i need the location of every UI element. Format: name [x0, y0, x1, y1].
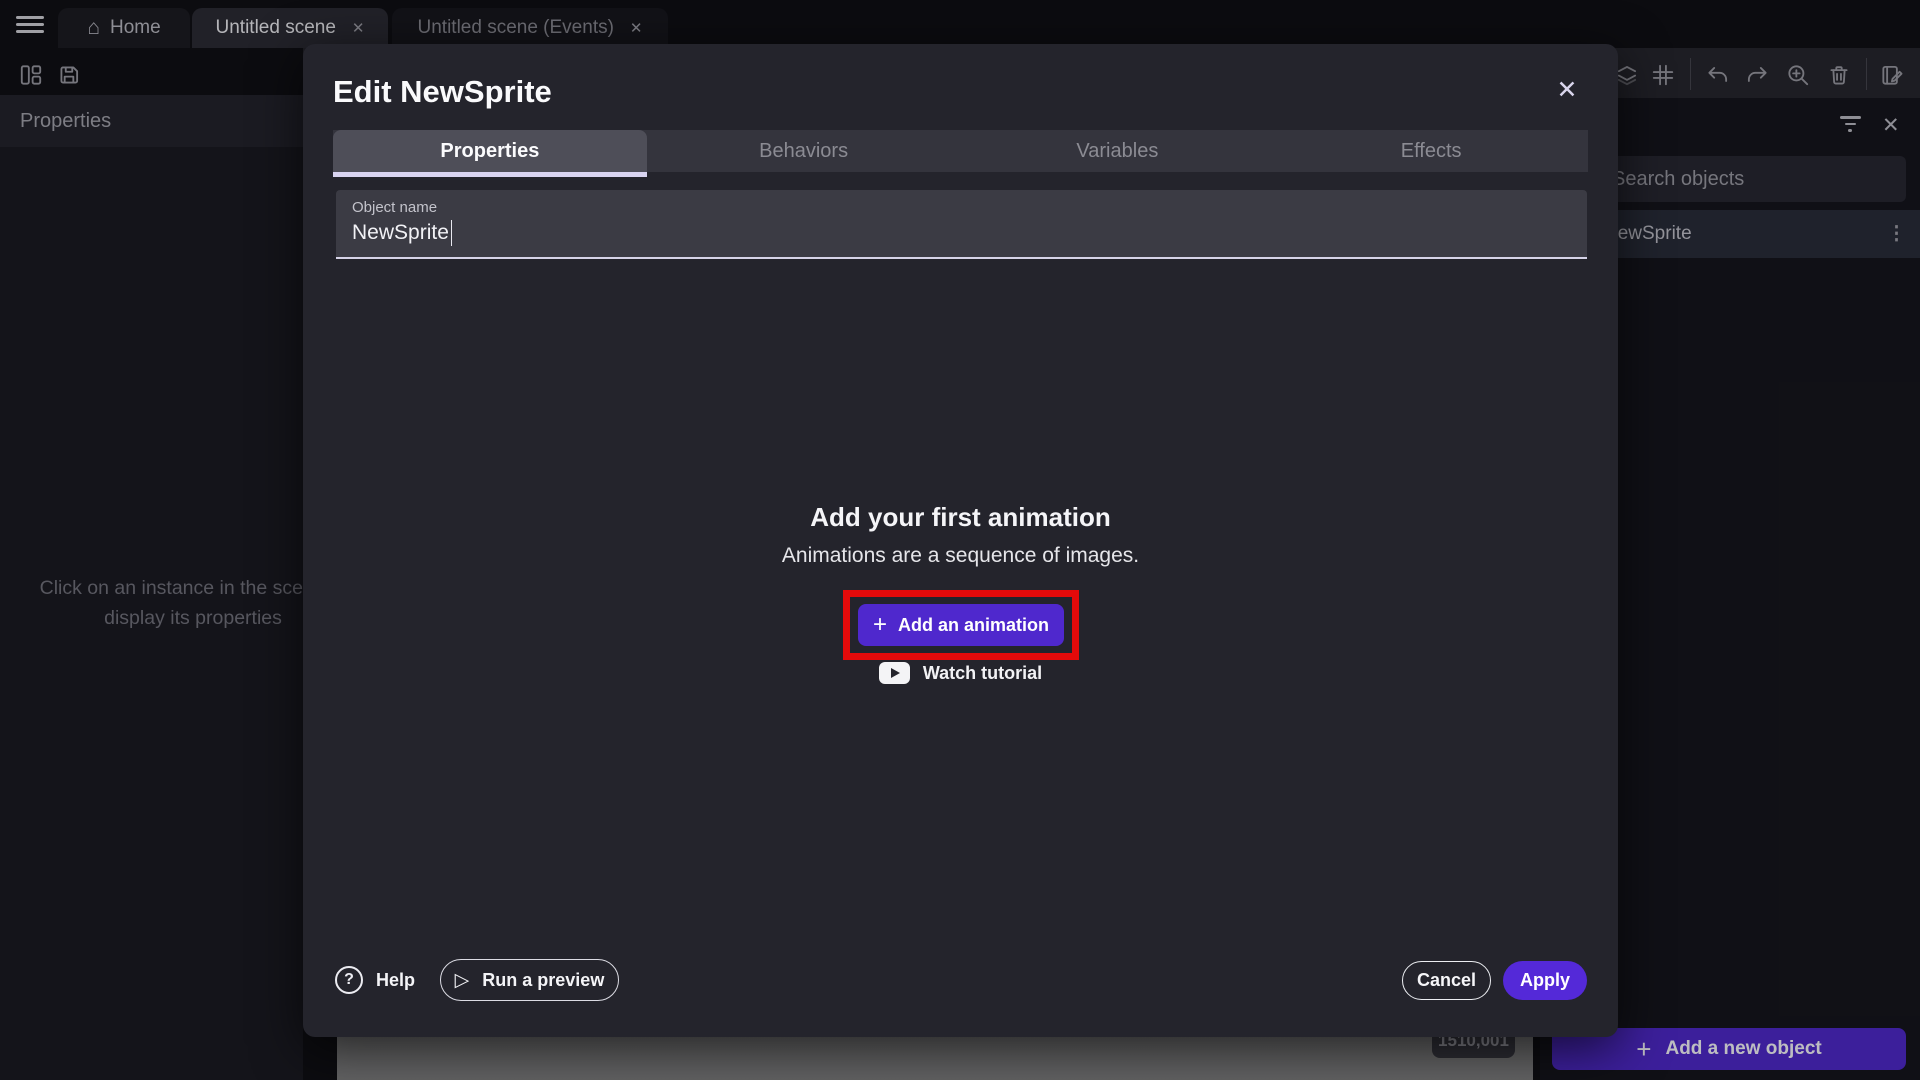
- text-cursor: [451, 220, 453, 246]
- empty-state-subtitle: Animations are a sequence of images.: [303, 544, 1618, 568]
- plus-icon: +: [873, 611, 887, 639]
- watch-tutorial-link[interactable]: Watch tutorial: [303, 662, 1618, 684]
- gdevelop-editor: ⌂ Home Untitled scene ✕ Untitled scene (…: [0, 0, 1920, 1080]
- dialog-title: Edit NewSprite: [333, 74, 552, 110]
- help-button[interactable]: ? Help: [335, 960, 415, 1000]
- youtube-icon: [879, 662, 910, 684]
- help-question-icon: ?: [335, 966, 363, 994]
- add-animation-button[interactable]: + Add an animation: [858, 604, 1064, 646]
- dialog-close-icon[interactable]: ✕: [1547, 70, 1587, 110]
- empty-state-heading: Add your first animation: [303, 502, 1618, 533]
- object-name-field-value: NewSprite: [352, 221, 449, 245]
- dialog-tab-variables[interactable]: Variables: [961, 130, 1275, 172]
- dialog-tab-behaviors[interactable]: Behaviors: [647, 130, 961, 172]
- object-name-field-label: Object name: [352, 199, 437, 216]
- cancel-button[interactable]: Cancel: [1402, 961, 1491, 1000]
- dialog-tab-strip: Properties Behaviors Variables Effects: [333, 130, 1588, 177]
- object-name-field[interactable]: Object name NewSprite: [336, 190, 1587, 259]
- edit-object-dialog: Edit NewSprite ✕ Properties Behaviors Va…: [303, 44, 1618, 1037]
- dialog-tab-properties[interactable]: Properties: [333, 130, 647, 177]
- apply-button[interactable]: Apply: [1503, 961, 1587, 1000]
- run-preview-button[interactable]: ▷ Run a preview: [440, 959, 619, 1001]
- play-icon: ▷: [455, 969, 470, 992]
- dialog-tab-effects[interactable]: Effects: [1274, 130, 1588, 172]
